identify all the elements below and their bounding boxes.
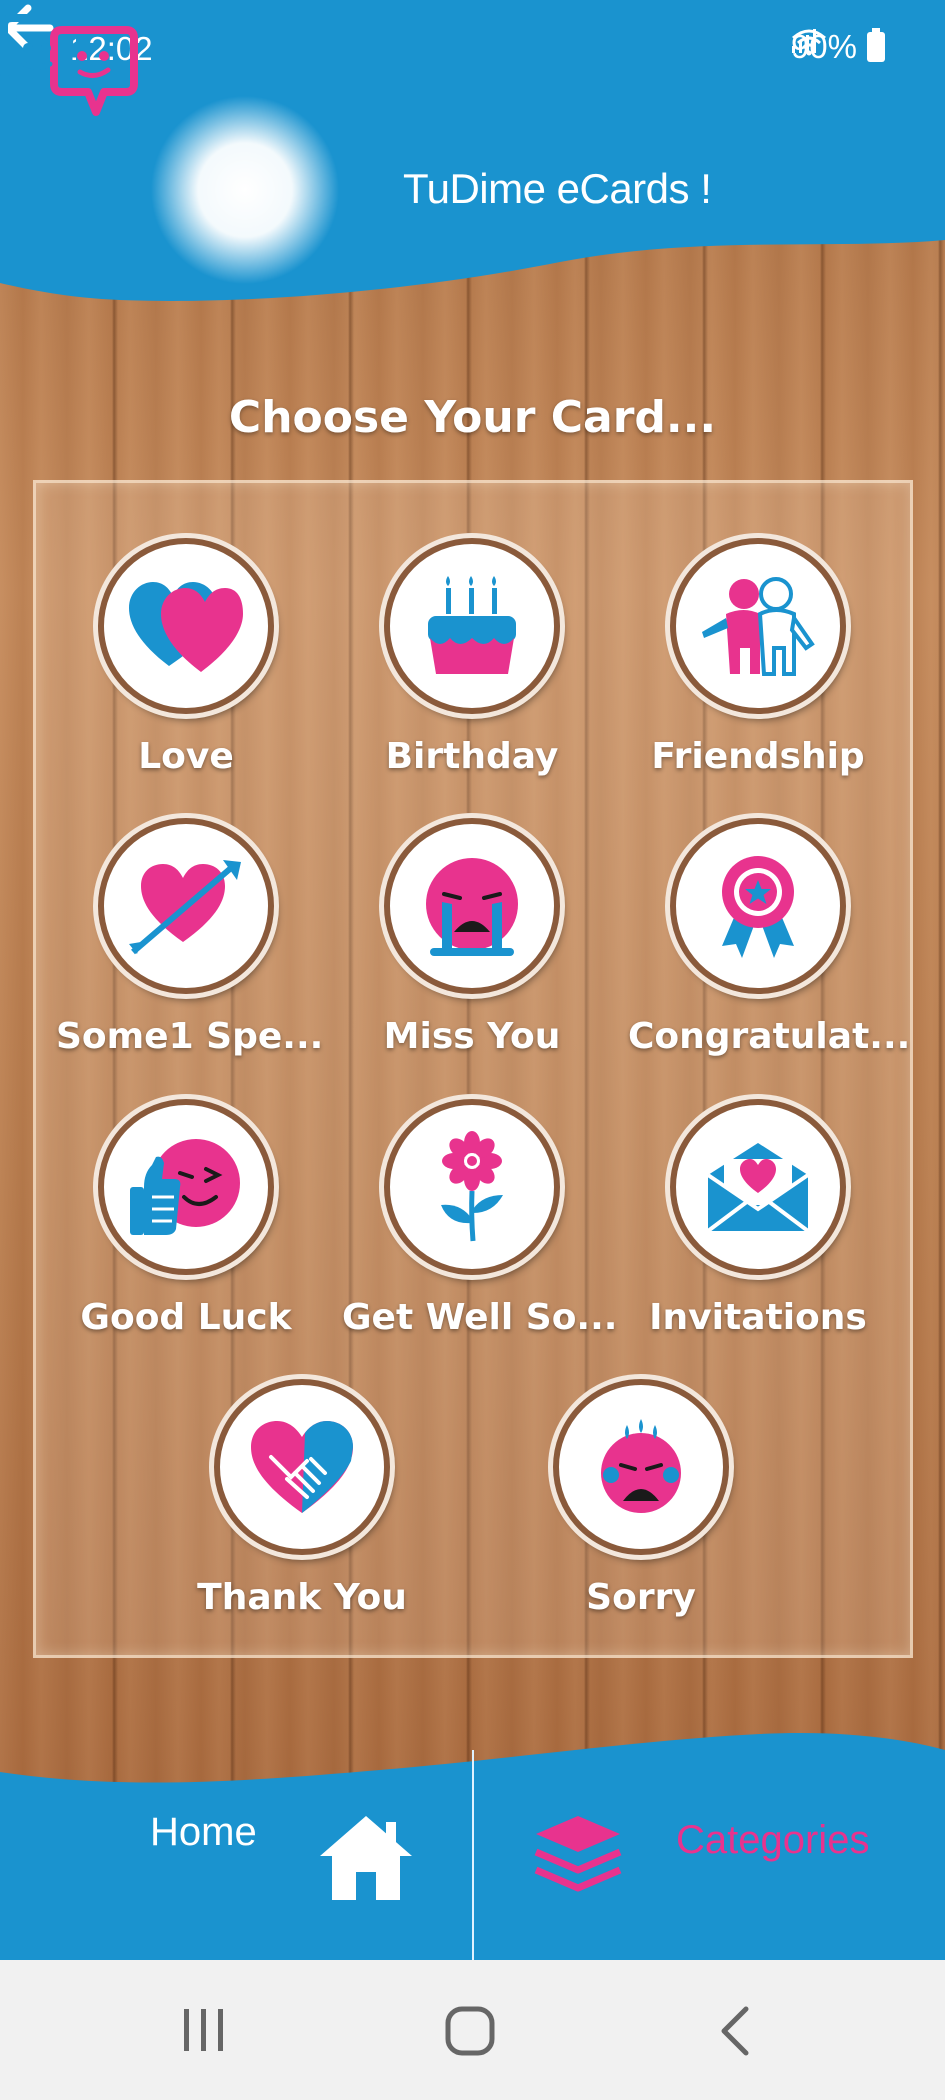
category-icon-circle (553, 1379, 729, 1555)
category-icon-circle (670, 1099, 846, 1275)
nav-home-label: Home (150, 1810, 257, 1854)
nav-categories-label: Categories (676, 1818, 870, 1862)
crying-face-icon (426, 858, 518, 956)
status-bar: 12:02 90% (0, 0, 945, 95)
home-icon (320, 1816, 412, 1900)
home-circle-icon[interactable] (444, 2005, 496, 2057)
award-ribbon-icon (722, 856, 794, 958)
category-label: Invitations (649, 1297, 867, 1338)
signal-icon (791, 29, 816, 53)
battery-icon (867, 28, 885, 62)
thumbs-up-wink-icon (130, 1139, 240, 1235)
category-sorry[interactable]: Sorry (511, 1379, 771, 1618)
category-icon-circle (98, 1099, 274, 1275)
category-label: Good Luck (80, 1297, 292, 1338)
hearts-icon (129, 582, 243, 672)
category-icon-circle (384, 538, 560, 714)
category-some1-special[interactable]: Some1 Spe... (56, 818, 324, 1057)
handshake-heart-icon (251, 1421, 353, 1513)
heart-arrow-icon (129, 860, 241, 955)
category-label: Birthday (385, 736, 559, 777)
recent-apps-icon[interactable] (180, 2005, 228, 2055)
page-heading: Choose Your Card... (228, 392, 717, 443)
category-label: Love (138, 736, 234, 777)
layers-icon (534, 1816, 622, 1892)
category-label: Friendship (651, 736, 865, 777)
envelope-heart-icon (706, 1143, 810, 1233)
category-icon-circle (98, 538, 274, 714)
category-icon-circle (214, 1379, 390, 1555)
category-icon-circle (670, 538, 846, 714)
tudime-logo-icon (0, 14, 138, 116)
cake-icon (428, 576, 516, 674)
friends-icon (702, 577, 815, 676)
category-miss-you[interactable]: Miss You (342, 818, 602, 1057)
category-icon-circle (670, 818, 846, 994)
category-congratulations[interactable]: Congratulat... (628, 818, 911, 1057)
category-label: Get Well So... (342, 1297, 618, 1338)
category-get-well-soon[interactable]: Get Well So... (342, 1099, 618, 1338)
sad-face-icon (601, 1419, 681, 1513)
category-label: Congratulat... (628, 1016, 911, 1057)
category-label: Thank You (197, 1577, 407, 1618)
back-icon[interactable] (716, 2005, 752, 2057)
category-invitations[interactable]: Invitations (628, 1099, 888, 1338)
app-header: 12:02 90% TuDime eCards ! (0, 0, 945, 320)
category-good-luck[interactable]: Good Luck (56, 1099, 316, 1338)
category-label: Miss You (383, 1016, 561, 1057)
category-icon-circle (98, 818, 274, 994)
logo-glow (150, 95, 340, 285)
category-friendship[interactable]: Friendship (628, 538, 888, 777)
flower-icon (441, 1131, 503, 1242)
category-label: Sorry (586, 1577, 696, 1618)
category-love[interactable]: Love (56, 538, 316, 777)
category-birthday[interactable]: Birthday (342, 538, 602, 777)
category-label: Some1 Spe... (56, 1016, 324, 1057)
category-icon-circle (384, 1099, 560, 1275)
category-icon-circle (384, 818, 560, 994)
category-thank-you[interactable]: Thank You (172, 1379, 432, 1618)
system-nav-bar (0, 1960, 945, 2100)
bottom-nav: Home Categories (0, 1720, 945, 1960)
app-title: TuDime eCards ! (403, 165, 712, 212)
